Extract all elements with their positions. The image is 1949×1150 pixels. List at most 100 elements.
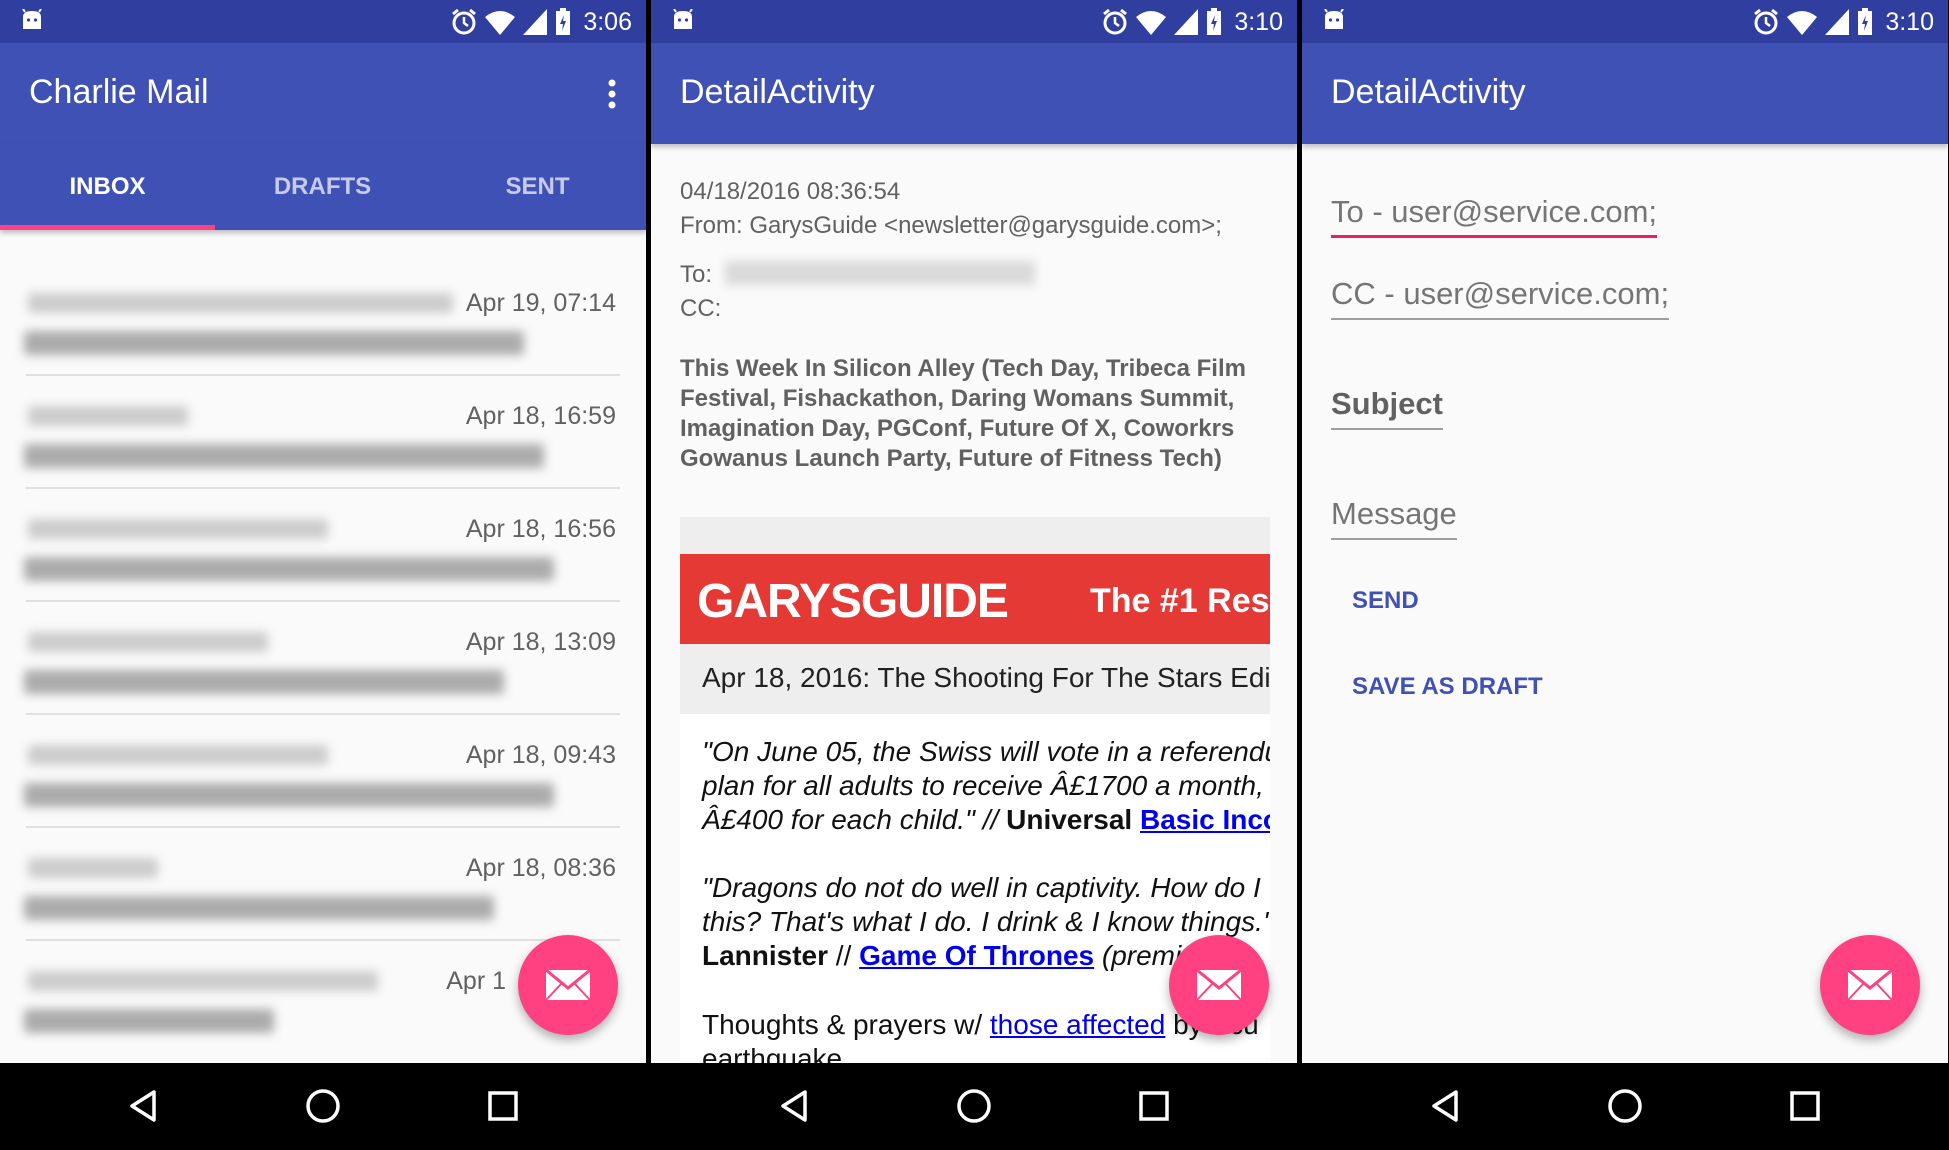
blurred-subject	[24, 444, 544, 468]
app-bar: DetailActivity	[1302, 43, 1948, 144]
signal-icon	[1174, 9, 1199, 35]
cc-field[interactable]: CC - user@service.com;	[1331, 276, 1670, 320]
tab-inbox[interactable]: INBOX	[0, 144, 215, 230]
navigation-bar	[1302, 1063, 1948, 1150]
tab-drafts[interactable]: DRAFTS	[215, 144, 430, 230]
email-subject: This Week In Silicon Alley (Tech Day, Tr…	[680, 355, 1246, 472]
email-icon	[1847, 969, 1893, 1001]
status-time: 3:10	[1234, 7, 1283, 36]
item-date: Apr 18, 09:43	[465, 741, 616, 769]
item-date: Apr 18, 16:56	[465, 515, 616, 543]
message-field[interactable]: Message	[1331, 496, 1457, 540]
tab-bar: INBOX DRAFTS SENT	[0, 144, 646, 230]
status-time: 3:06	[583, 7, 632, 36]
inbox-screen: 3:06 Charlie Mail INBOX DRAFTS SENT Apr …	[0, 0, 646, 1150]
alarm-icon	[1103, 8, 1128, 35]
send-button[interactable]: SEND	[1352, 587, 1419, 615]
compose-fab[interactable]	[1820, 935, 1920, 1035]
signal-icon	[523, 9, 548, 35]
list-item[interactable]: Apr 18, 13:09	[0, 602, 646, 715]
item-date: Apr 18, 13:09	[465, 628, 616, 656]
text-paragraph: Thoughts & prayers w/ those affected by …	[702, 1009, 1259, 1063]
navigation-bar	[651, 1063, 1297, 1150]
back-icon[interactable]	[1426, 1086, 1466, 1126]
compose-screen: 3:10 DetailActivity To - user@service.co…	[1302, 0, 1948, 1150]
blurred-subject	[24, 670, 504, 694]
app-bar: Charlie Mail	[0, 43, 646, 144]
email-from: From: GarysGuide <newsletter@garysguide.…	[680, 212, 1222, 239]
newsletter-headline: Apr 18, 2016: The Shooting For The Stars…	[680, 644, 1270, 714]
list-item[interactable]: Apr 18, 16:56	[0, 489, 646, 602]
wifi-icon	[485, 11, 516, 35]
email-icon	[1196, 969, 1242, 1001]
blurred-sender	[28, 858, 158, 878]
list-item[interactable]: Apr 18, 08:36	[0, 828, 646, 941]
app-title: DetailActivity	[1331, 73, 1526, 111]
item-date: Apr 1	[446, 967, 506, 995]
app-bar: DetailActivity	[651, 43, 1297, 144]
item-date: Apr 19, 07:14	[465, 289, 616, 317]
back-icon[interactable]	[124, 1086, 164, 1126]
email-icon	[545, 969, 591, 1001]
overflow-menu-icon[interactable]	[606, 78, 618, 110]
link-basic-income[interactable]: Basic Inco	[1140, 804, 1270, 835]
android-icon	[22, 9, 42, 29]
tab-sent[interactable]: SENT	[430, 144, 645, 230]
subject-field[interactable]: Subject	[1331, 386, 1443, 430]
save-draft-button[interactable]: SAVE AS DRAFT	[1352, 673, 1543, 701]
brand-logo: GARYSGUIDE	[697, 575, 1009, 628]
blurred-recipient	[725, 261, 1035, 285]
wifi-icon	[1787, 11, 1818, 35]
android-icon	[673, 9, 693, 29]
status-bar: 3:06	[0, 0, 646, 43]
email-to-label: To:	[680, 261, 713, 288]
list-item[interactable]: Apr 18, 16:59	[0, 376, 646, 489]
to-field[interactable]: To - user@service.com;	[1331, 194, 1658, 238]
link-game-of-thrones[interactable]: Game Of Thrones	[859, 940, 1094, 971]
newsletter-banner: GARYSGUIDE The #1 Res	[680, 554, 1270, 644]
list-item[interactable]: Apr 19, 07:14	[0, 263, 646, 376]
navigation-bar	[0, 1063, 646, 1150]
battery-icon	[1858, 8, 1873, 35]
detail-screen: 3:10 DetailActivity 04/18/2016 08:36:54 …	[651, 0, 1297, 1150]
recents-icon[interactable]	[483, 1086, 523, 1126]
battery-icon	[1207, 8, 1222, 35]
battery-icon	[556, 8, 571, 35]
banner-tagline: The #1 Res	[1090, 582, 1270, 620]
blurred-subject	[24, 896, 494, 920]
blurred-sender	[28, 745, 328, 765]
status-time: 3:10	[1885, 7, 1934, 36]
compose-fab[interactable]	[518, 935, 618, 1035]
app-title: DetailActivity	[680, 73, 875, 111]
quote-paragraph: "On June 05, the Swiss will vote in a re…	[702, 735, 1270, 837]
compose-fab[interactable]	[1169, 935, 1269, 1035]
blurred-subject	[24, 331, 524, 355]
recents-icon[interactable]	[1785, 1086, 1825, 1126]
alarm-icon	[1754, 8, 1779, 35]
signal-icon	[1825, 9, 1850, 35]
email-cc-label: CC:	[680, 295, 722, 322]
home-icon[interactable]	[1605, 1086, 1645, 1126]
link-those-affected[interactable]: those affected	[990, 1009, 1165, 1040]
back-icon[interactable]	[775, 1086, 815, 1126]
recents-icon[interactable]	[1134, 1086, 1174, 1126]
list-item[interactable]: Apr 18, 09:43	[0, 715, 646, 828]
blurred-sender	[28, 971, 378, 991]
home-icon[interactable]	[954, 1086, 994, 1126]
wifi-icon	[1136, 11, 1167, 35]
item-date: Apr 18, 16:59	[465, 402, 616, 430]
blurred-sender	[28, 293, 453, 313]
blurred-subject	[24, 557, 554, 581]
blurred-sender	[28, 632, 268, 652]
blurred-sender	[28, 406, 188, 426]
status-bar: 3:10	[651, 0, 1297, 43]
blurred-subject	[24, 1009, 274, 1033]
android-icon	[1324, 9, 1344, 29]
blurred-subject	[24, 783, 554, 807]
home-icon[interactable]	[303, 1086, 343, 1126]
item-date: Apr 18, 08:36	[465, 854, 616, 882]
alarm-icon	[452, 8, 477, 35]
email-date: 04/18/2016 08:36:54	[680, 178, 901, 205]
status-bar: 3:10	[1302, 0, 1948, 43]
blurred-sender	[28, 519, 328, 539]
